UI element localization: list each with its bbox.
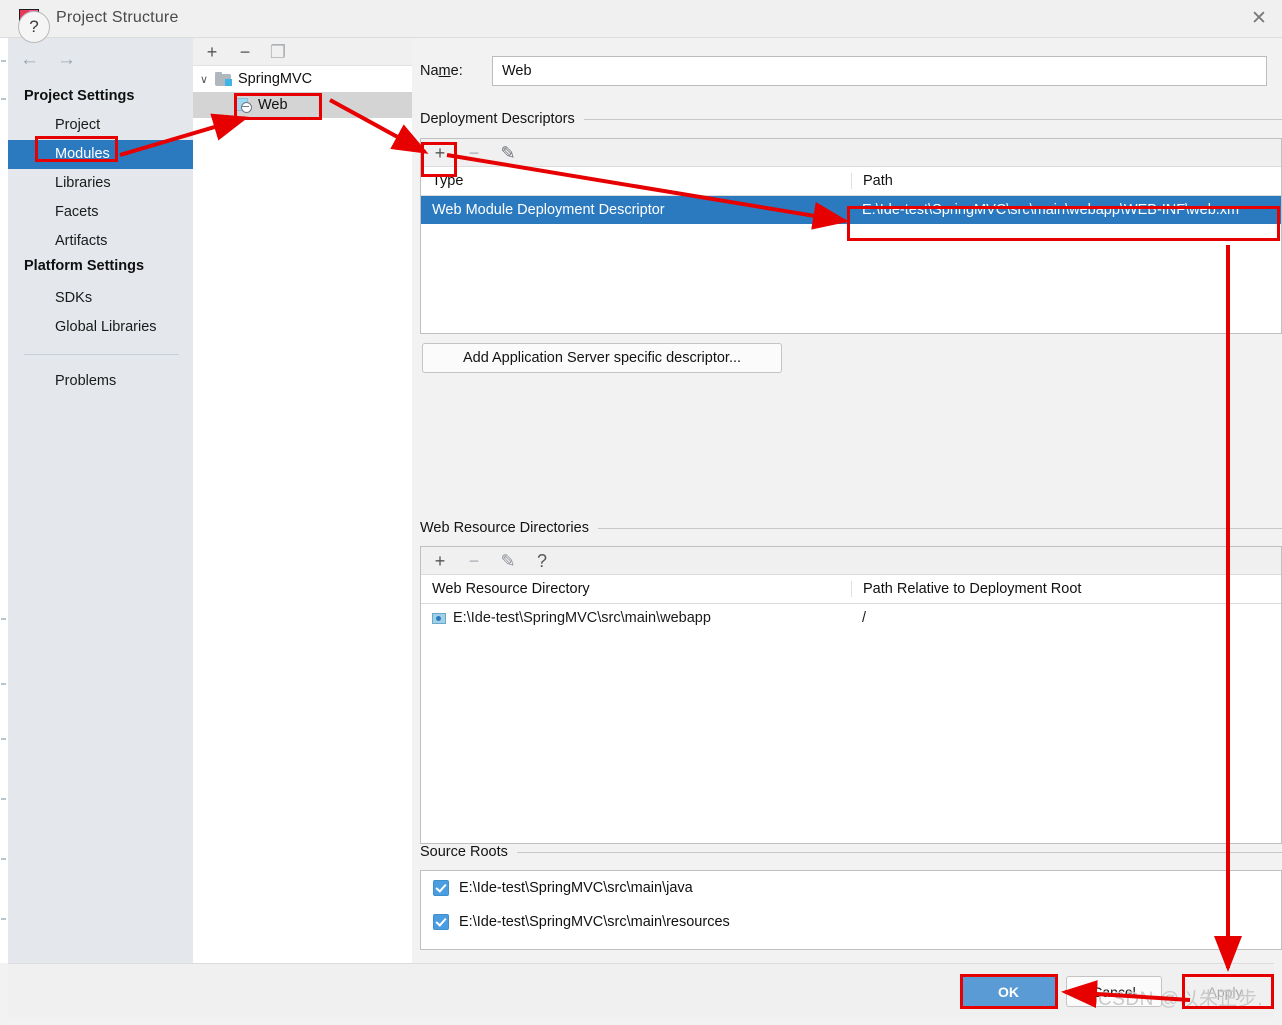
sidebar-item-modules[interactable]: Modules (8, 140, 193, 169)
deployment-descriptors-heading: Deployment Descriptors (420, 111, 1282, 127)
cell-type: Web Module Deployment Descriptor (432, 202, 665, 218)
remove-icon[interactable]: − (465, 552, 483, 570)
source-root-label: E:\Ide-test\SpringMVC\src\main\resources (459, 914, 730, 930)
remove-icon[interactable]: − (236, 43, 254, 61)
deployment-toolbar: + − ✎ (421, 139, 1281, 167)
cell-relative-path: / (862, 610, 867, 626)
web-resource-directories-heading: Web Resource Directories (420, 520, 1282, 536)
list-item[interactable]: E:\Ide-test\SpringMVC\src\main\java (421, 871, 1281, 905)
cell-web-resource-directory: E:\Ide-test\SpringMVC\src\main\webapp (421, 610, 851, 626)
tree-node-label: SpringMVC (238, 71, 313, 87)
table-row[interactable]: Web Module Deployment Descriptor E:\Ide-… (421, 196, 1281, 224)
sidebar-item-libraries[interactable]: Libraries (8, 169, 193, 198)
column-header-type[interactable]: Type (421, 173, 851, 189)
sidebar-item-problems[interactable]: Problems (8, 367, 193, 396)
module-tree-panel: + − ❐ ∨ SpringMVC Web (193, 38, 412, 963)
source-roots-heading: Source Roots (420, 844, 1282, 860)
tree-node-web[interactable]: Web (193, 92, 412, 118)
heading-rule (583, 118, 1282, 120)
checkbox-checked-icon[interactable] (433, 880, 449, 896)
ok-button[interactable]: OK (961, 976, 1056, 1007)
web-resource-directories-table: + − ✎ ? Web Resource Directory Path Rela… (420, 546, 1282, 844)
back-arrow-icon[interactable]: ← (20, 50, 39, 69)
module-name-input[interactable] (492, 56, 1267, 86)
module-name-label: Name: (420, 63, 463, 79)
table-row[interactable]: E:\Ide-test\SpringMVC\src\main\webapp / (421, 604, 1281, 632)
web-resources-toolbar: + − ✎ ? (421, 547, 1281, 575)
source-root-label: E:\Ide-test\SpringMVC\src\main\java (459, 880, 693, 896)
remove-icon[interactable]: − (465, 144, 483, 162)
sidebar-item-project[interactable]: Project (8, 111, 193, 140)
edit-pencil-icon[interactable]: ✎ (499, 144, 517, 162)
webapp-directory-icon (432, 612, 447, 625)
source-roots-list: E:\Ide-test\SpringMVC\src\main\java E:\I… (420, 870, 1282, 950)
title-bar: IJ Project Structure ✕ (0, 0, 1282, 38)
web-facet-icon (235, 97, 252, 113)
deployment-descriptors-title: Deployment Descriptors (420, 111, 575, 127)
sidebar-group-platform-settings: Platform Settings (24, 258, 145, 274)
copy-icon[interactable]: ❐ (269, 43, 287, 61)
navigation-arrows: ← → (20, 50, 76, 69)
add-icon[interactable]: + (203, 43, 221, 61)
tree-node-label: Web (258, 97, 288, 113)
close-icon[interactable]: ✕ (1236, 0, 1282, 37)
watermark-text: CSDN @以朱正步. (1098, 989, 1264, 1010)
sidebar-item-facets[interactable]: Facets (8, 198, 193, 227)
web-resources-column-headers: Web Resource Directory Path Relative to … (421, 575, 1281, 604)
forward-arrow-icon[interactable]: → (57, 50, 76, 69)
add-icon[interactable]: + (431, 144, 449, 162)
sidebar-divider (24, 354, 179, 355)
add-icon[interactable]: + (431, 552, 449, 570)
source-roots-title: Source Roots (420, 844, 508, 860)
module-tree-rows: ∨ SpringMVC Web (193, 66, 412, 118)
module-folder-icon (215, 72, 232, 86)
module-tree-toolbar: + − ❐ (193, 38, 412, 66)
tree-node-springmvc[interactable]: ∨ SpringMVC (193, 66, 412, 92)
column-header-relative-path[interactable]: Path Relative to Deployment Root (851, 581, 1281, 597)
project-structure-dialog: IJ Project Structure ✕ ← → Project Setti… (0, 0, 1282, 1025)
settings-sidebar: ← → Project Settings Project Modules Lib… (8, 38, 193, 963)
help-icon[interactable]: ? (533, 552, 551, 570)
checkbox-checked-icon[interactable] (433, 914, 449, 930)
module-name-row: Name: (420, 56, 1278, 86)
heading-rule (597, 527, 1282, 529)
column-header-web-resource-directory[interactable]: Web Resource Directory (421, 581, 851, 597)
sidebar-item-artifacts[interactable]: Artifacts (8, 227, 193, 256)
add-app-server-descriptor-button[interactable]: Add Application Server specific descript… (422, 343, 782, 373)
edit-pencil-icon[interactable]: ✎ (499, 552, 517, 570)
help-icon[interactable]: ? (18, 11, 50, 43)
list-item[interactable]: E:\Ide-test\SpringMVC\src\main\resources (421, 905, 1281, 939)
cell-path: E:\Ide-test\SpringMVC\src\main\webapp\WE… (862, 202, 1240, 218)
left-edge-strip (0, 38, 8, 963)
window-title: Project Structure (56, 9, 179, 26)
column-header-path[interactable]: Path (851, 173, 1281, 189)
cell-directory-label: E:\Ide-test\SpringMVC\src\main\webapp (453, 610, 711, 626)
heading-rule (516, 851, 1282, 853)
deployment-descriptors-table: + − ✎ Type Path Web Module Deployment De… (420, 138, 1282, 334)
sidebar-item-sdks[interactable]: SDKs (8, 284, 193, 313)
sidebar-group-project-settings: Project Settings (24, 88, 135, 104)
chevron-down-icon[interactable]: ∨ (193, 73, 215, 86)
deployment-column-headers: Type Path (421, 167, 1281, 196)
web-resource-directories-title: Web Resource Directories (420, 520, 589, 536)
sidebar-item-global-libraries[interactable]: Global Libraries (8, 313, 193, 342)
module-settings-panel: Name: Deployment Descriptors + − ✎ Type … (412, 38, 1282, 963)
